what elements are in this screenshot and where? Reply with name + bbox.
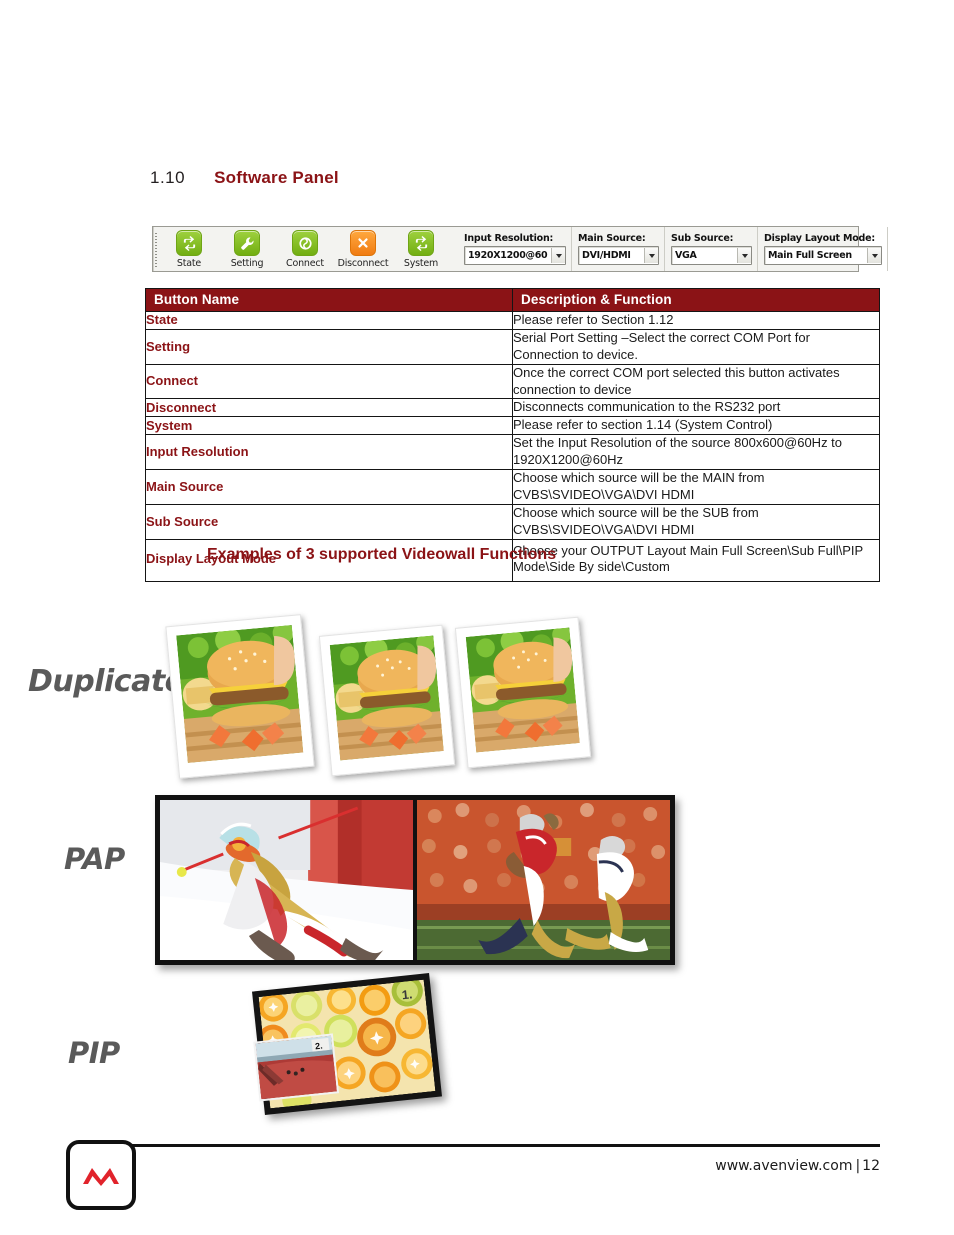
pip-inset-marker: 2. (315, 1041, 324, 1052)
chevron-down-icon[interactable] (551, 248, 565, 263)
wrench-icon (234, 230, 260, 256)
avenview-logo-icon (83, 1168, 119, 1186)
example-label-duplicate: Duplicate (28, 664, 185, 699)
sub-source-value: VGA (675, 250, 697, 261)
chevron-down-icon[interactable] (737, 248, 751, 263)
pip-main-marker: 1. (401, 987, 413, 1002)
row-button-name: Input Resolution (145, 434, 513, 471)
close-x-icon (350, 230, 376, 256)
main-source-field: Main Source: DVI/HDMI (571, 227, 664, 271)
burger-photo-graphic (176, 625, 304, 764)
chevron-down-icon[interactable] (644, 248, 658, 263)
row-button-name: Disconnect (145, 398, 513, 418)
football-photo-graphic (417, 800, 670, 960)
footer-page-number: 12 (862, 1158, 880, 1174)
section-title: Software Panel (214, 168, 339, 187)
chevron-down-icon[interactable] (867, 248, 881, 263)
skier-photo-graphic (160, 800, 413, 960)
button-description-table: Button Name Description & Function State… (145, 288, 880, 583)
example-label-pip: PIP (68, 1036, 120, 1070)
toolbar-button-system[interactable]: System (392, 230, 450, 269)
footer-website[interactable]: www.avenview.com (715, 1158, 852, 1174)
sub-source-label: Sub Source: (671, 233, 734, 244)
table-row: Setting Serial Port Setting –Select the … (145, 328, 880, 365)
table-row: Input Resolution Set the Input Resolutio… (145, 434, 880, 471)
input-resolution-value: 1920X1200@60 H (468, 250, 551, 261)
toolbar-button-connect[interactable]: Connect (276, 230, 334, 269)
document-page: 1.10 Software Panel State Setting Connec… (0, 0, 954, 1235)
toolbar-button-group: State Setting Connect Disconnect System (154, 227, 450, 271)
burger-photo-graphic (465, 627, 580, 753)
examples-heading: Examples of 3 supported Videowall Functi… (207, 546, 557, 563)
toolbar-empty-area (887, 227, 888, 271)
table-row: System Please refer to section 1.14 (Sys… (145, 416, 880, 436)
table-row: State Please refer to Section 1.12 (145, 311, 880, 330)
duplicate-photo-1 (165, 614, 315, 779)
row-button-name: State (145, 311, 513, 330)
input-resolution-label: Input Resolution: (464, 233, 554, 244)
pip-inset-source: 2. (253, 1033, 340, 1102)
toolbar-button-label: State (176, 258, 202, 269)
toolbar-button-setting[interactable]: Setting (218, 230, 276, 269)
row-description: Choose which source will be the SUB from… (512, 503, 880, 540)
table-row: Disconnect Disconnects communication to … (145, 398, 880, 418)
input-resolution-select[interactable]: 1920X1200@60 H (464, 246, 566, 265)
row-description: Disconnects communication to the RS232 p… (512, 398, 880, 418)
row-button-name: Main Source (145, 469, 513, 505)
column-header-description: Description & Function (512, 288, 880, 312)
toolbar-button-label: Setting (230, 258, 264, 269)
software-panel-toolbar: State Setting Connect Disconnect System … (152, 226, 888, 272)
table-row: Sub Source Choose which source will be t… (145, 503, 880, 540)
row-button-name: Setting (145, 328, 513, 365)
sub-source-select[interactable]: VGA (671, 246, 752, 265)
duplicate-photo-2 (318, 624, 456, 777)
display-layout-mode-field: Display Layout Mode: Main Full Screen (757, 227, 887, 271)
toolbar-button-disconnect[interactable]: Disconnect (334, 230, 392, 269)
burger-photo-graphic (329, 635, 444, 761)
section-number: 1.10 (150, 168, 186, 187)
table-header-row: Button Name Description & Function (145, 288, 880, 312)
footer-separator: | (855, 1158, 861, 1174)
row-description: Please refer to Section 1.12 (512, 311, 880, 330)
pap-left-source (160, 800, 413, 960)
table-row: Connect Once the correct COM port select… (145, 363, 880, 400)
plug-icon (292, 230, 318, 256)
avenview-logo (66, 1140, 136, 1210)
display-layout-mode-select[interactable]: Main Full Screen (764, 246, 882, 265)
footer-text: www.avenview.com | 12 (715, 1158, 880, 1174)
row-description: Set the Input Resolution of the source 8… (512, 434, 880, 471)
toolbar-button-label: System (403, 258, 439, 269)
pap-display-frame (155, 795, 675, 965)
table-row: Main Source Choose which source will be … (145, 469, 880, 505)
sub-source-field: Sub Source: VGA (664, 227, 757, 271)
duplicate-photo-3 (454, 616, 592, 769)
toolbar-button-state[interactable]: State (160, 230, 218, 269)
main-source-value: DVI/HDMI (582, 250, 631, 261)
toolbar-drag-handle[interactable] (153, 227, 157, 271)
page-title: 1.10 Software Panel (150, 168, 339, 188)
example-label-pap: PAP (64, 842, 125, 876)
row-description: Serial Port Setting –Select the correct … (512, 328, 880, 365)
row-description: Please refer to section 1.14 (System Con… (512, 416, 880, 436)
display-layout-mode-label: Display Layout Mode: (764, 233, 875, 244)
column-header-button-name: Button Name (145, 288, 513, 312)
refresh-icon (408, 230, 434, 256)
main-source-select[interactable]: DVI/HDMI (578, 246, 659, 265)
input-resolution-field: Input Resolution: 1920X1200@60 H (458, 227, 571, 271)
row-button-name: System (145, 416, 513, 436)
display-layout-mode-value: Main Full Screen (768, 250, 852, 261)
footer-divider (128, 1144, 880, 1147)
row-description: Choose your OUTPUT Layout Main Full Scre… (512, 538, 880, 583)
main-source-label: Main Source: (578, 233, 646, 244)
row-button-name: Connect (145, 363, 513, 400)
row-description: Once the correct COM port selected this … (512, 363, 880, 400)
row-description: Choose which source will be the MAIN fro… (512, 469, 880, 505)
toolbar-button-label: Disconnect (337, 258, 389, 269)
refresh-icon (176, 230, 202, 256)
pip-display-frame: 1. 2. (252, 973, 442, 1115)
row-button-name: Sub Source (145, 503, 513, 540)
toolbar-button-label: Connect (286, 258, 324, 269)
beach-photo-graphic: 2. (255, 1035, 337, 1100)
pap-right-source (417, 800, 670, 960)
